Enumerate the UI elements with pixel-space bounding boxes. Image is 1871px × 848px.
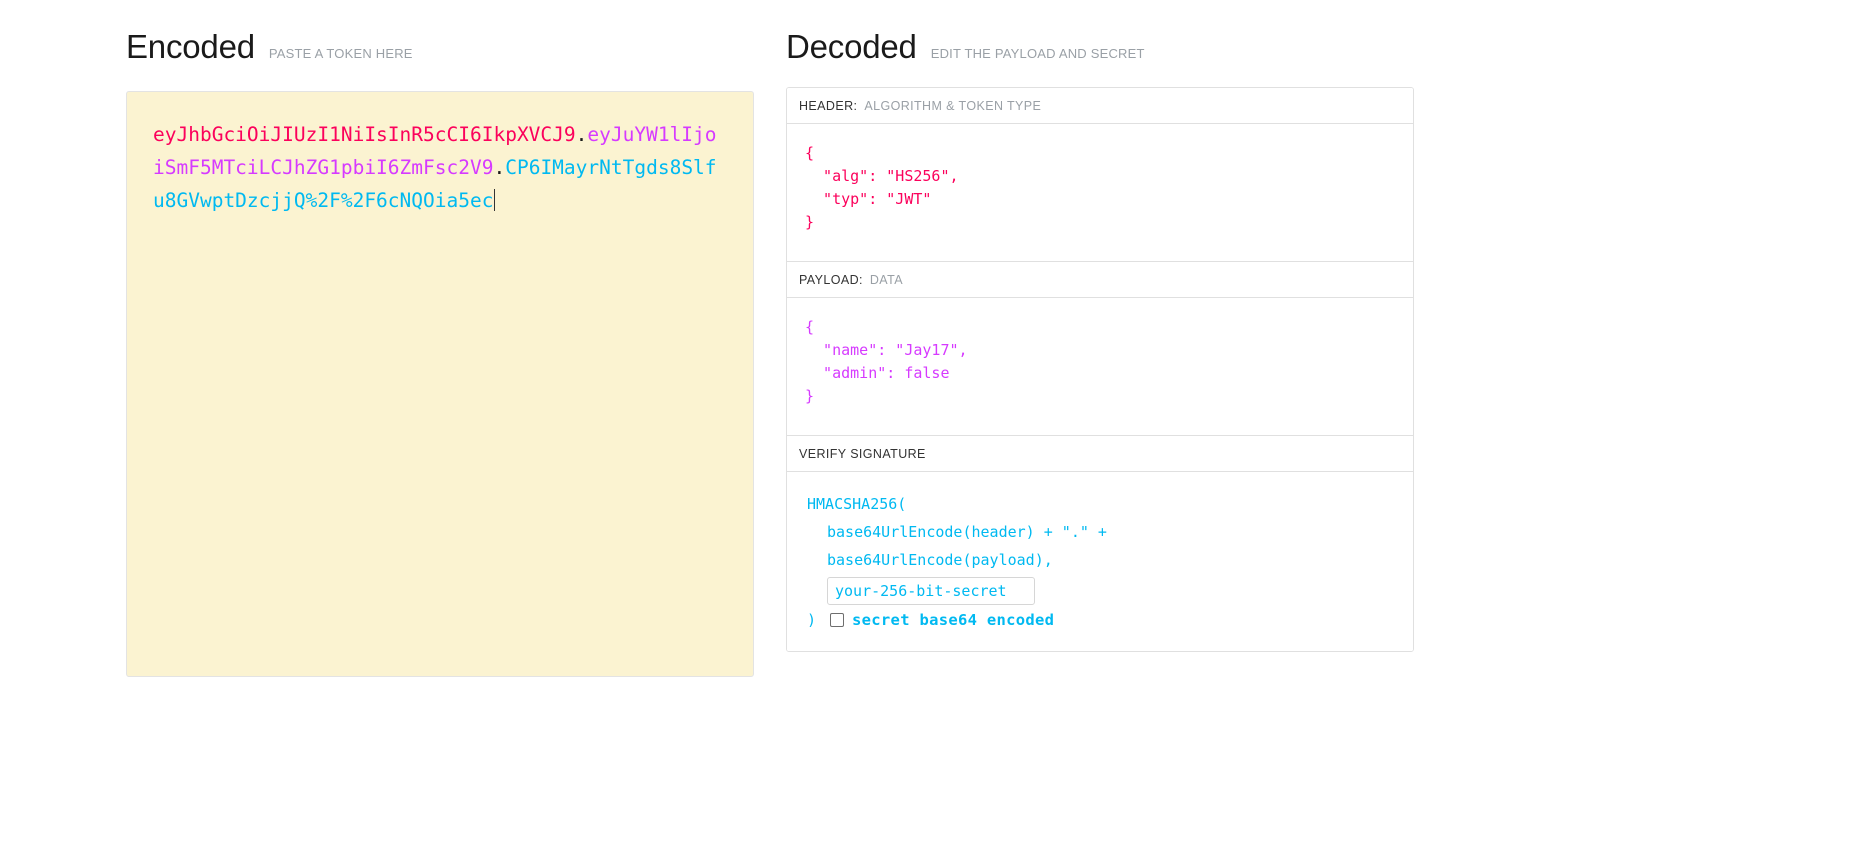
signature-closing-row: ) secret base64 encoded: [807, 611, 1395, 629]
base64-encoded-checkbox[interactable]: [830, 613, 845, 627]
header-label-sub: ALGORITHM & TOKEN TYPE: [864, 98, 1042, 113]
base64-header-line: base64UrlEncode(header) + "." +: [827, 523, 1107, 541]
payload-section-label: PAYLOAD: DATA: [787, 262, 1413, 298]
decoded-heading: Decoded EDIT THE PAYLOAD AND SECRET: [786, 30, 1414, 63]
decoded-title: Decoded: [786, 28, 917, 65]
signature-label-main: VERIFY SIGNATURE: [799, 446, 926, 461]
signature-section-label: VERIFY SIGNATURE: [787, 436, 1413, 472]
base64-encoded-label[interactable]: secret base64 encoded: [852, 611, 1054, 629]
encoded-heading: Encoded PASTE A TOKEN HERE: [126, 30, 754, 63]
payload-label-main: PAYLOAD:: [799, 272, 863, 287]
header-json-code[interactable]: { "alg": "HS256", "typ": "JWT" }: [805, 142, 1395, 234]
header-label-main: HEADER:: [799, 98, 858, 113]
encoded-subtitle: PASTE A TOKEN HERE: [268, 46, 413, 61]
jwt-debugger-page: Encoded PASTE A TOKEN HERE eyJhbGciOiJIU…: [0, 0, 1871, 848]
token-dot-1: .: [575, 123, 588, 146]
hmac-function-line: HMACSHA256(: [807, 495, 907, 513]
text-cursor: [494, 189, 496, 211]
payload-json-code[interactable]: { "name": "Jay17", "admin": false }: [805, 316, 1395, 408]
encoded-column: Encoded PASTE A TOKEN HERE eyJhbGciOiJIU…: [126, 30, 754, 677]
token-header-segment: eyJhbGciOiJIUzI1NiIsInR5cCI6IkpXVCJ9: [153, 123, 576, 146]
decoded-column: Decoded EDIT THE PAYLOAD AND SECRET HEAD…: [786, 30, 1414, 652]
secret-input[interactable]: [827, 577, 1035, 605]
token-dot-2: .: [493, 156, 506, 179]
header-json-editor[interactable]: { "alg": "HS256", "typ": "JWT" }: [787, 124, 1413, 262]
encoded-title: Encoded: [126, 28, 255, 65]
token-text[interactable]: eyJhbGciOiJIUzI1NiIsInR5cCI6IkpXVCJ9.eyJ…: [153, 118, 727, 217]
encoded-token-textarea[interactable]: eyJhbGciOiJIUzI1NiIsInR5cCI6IkpXVCJ9.eyJ…: [126, 91, 754, 677]
closing-paren: ): [807, 611, 817, 629]
header-section-label: HEADER: ALGORITHM & TOKEN TYPE: [787, 88, 1413, 124]
signature-body: HMACSHA256( base64UrlEncode(header) + ".…: [787, 472, 1413, 651]
decoded-subtitle: EDIT THE PAYLOAD AND SECRET: [930, 46, 1145, 61]
payload-json-editor[interactable]: { "name": "Jay17", "admin": false }: [787, 298, 1413, 436]
base64-payload-line: base64UrlEncode(payload),: [827, 551, 1053, 569]
payload-label-sub: DATA: [869, 272, 903, 287]
decoded-panel: HEADER: ALGORITHM & TOKEN TYPE { "alg": …: [786, 87, 1414, 652]
